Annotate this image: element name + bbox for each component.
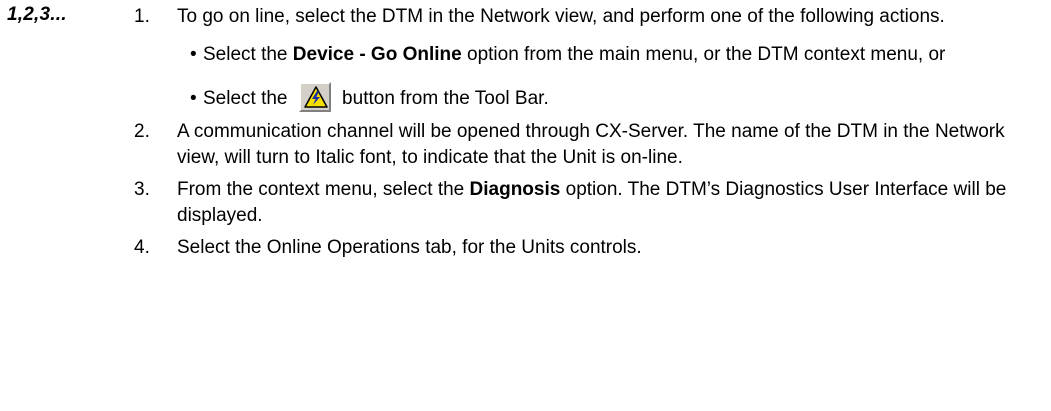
option-text-post: button from the Tool Bar. — [336, 88, 549, 110]
option-text-pre: Select the — [203, 88, 293, 110]
step-3: 3. From the context menu, select the Dia… — [134, 177, 1040, 229]
option-text-post: option from the main menu, or the DTM co… — [461, 44, 946, 65]
step-4: 4. Select the Online Operations tab, for… — [134, 235, 1040, 261]
procedure-steps: 1. To go on line, select the DTM in the … — [134, 4, 1040, 267]
step-text: A communication channel will be opened t… — [177, 121, 1005, 169]
procedure-marker: 1,2,3... — [7, 4, 67, 25]
step-text-pre: From the context menu, select the — [177, 179, 470, 201]
step-number: 1. — [134, 6, 150, 27]
step-text: To go on line, select the DTM in the Net… — [177, 6, 945, 27]
step-2: 2. A communication channel will be opene… — [134, 119, 1040, 171]
option-menu: • Select the Device - Go Online option f… — [190, 42, 1040, 68]
bullet-icon: • — [190, 88, 197, 109]
option-text-pre: Select the — [203, 44, 293, 65]
bullet-icon: • — [190, 44, 197, 65]
option-toolbar: • Select the button from the Tool Bar. — [190, 82, 1040, 112]
go-online-toolbar-button — [298, 82, 331, 112]
manual-page: 1,2,3... 1. To go on line, select the DT… — [0, 0, 1051, 411]
step-text: Select the Online Operations tab, for th… — [177, 237, 642, 259]
step-number: 3. — [134, 179, 150, 201]
step-number: 2. — [134, 121, 150, 143]
go-online-warning-icon — [304, 86, 328, 108]
step-text: From the context menu, select the Diagno… — [177, 179, 1006, 226]
step-number: 4. — [134, 237, 150, 259]
step-1-options: • Select the Device - Go Online option f… — [177, 42, 1040, 112]
step-1: 1. To go on line, select the DTM in the … — [134, 4, 1040, 112]
menu-command-label: Device - Go Online — [292, 44, 462, 65]
diagnosis-option-label: Diagnosis — [469, 179, 561, 201]
